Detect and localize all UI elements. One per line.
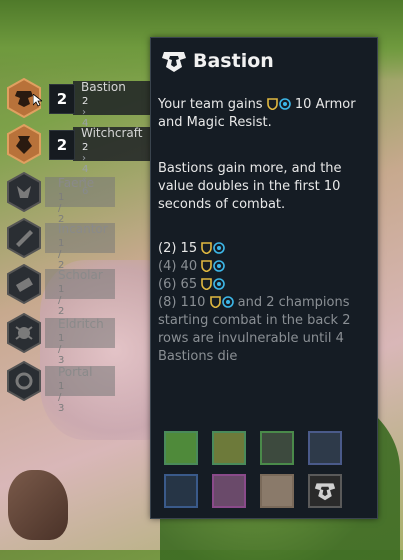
champion-portrait[interactable]	[260, 431, 294, 465]
trait-tooltip: Bastion Your team gains 10 Armor and Mag…	[150, 37, 378, 519]
armor-icon	[201, 242, 213, 254]
trait-item-incantor[interactable]: Incantor 1 / 2	[0, 218, 115, 271]
armor-icon	[201, 278, 213, 290]
champion-portrait[interactable]	[308, 474, 342, 508]
trait-name: Incantor	[58, 222, 108, 236]
trait-item-eldritch[interactable]: Eldritch 1 / 3	[0, 313, 115, 366]
armor-icon	[209, 296, 221, 308]
tier-4: (4) 40	[158, 258, 373, 276]
tooltip-title: Bastion	[193, 50, 274, 72]
trait-item-faerie[interactable]: Faerie 1 / 2	[0, 172, 115, 225]
scholar-trait-icon	[6, 264, 42, 304]
champion-portrait[interactable]	[164, 474, 198, 508]
trait-steps: 1 / 3	[58, 381, 65, 414]
portal-trait-icon	[6, 361, 42, 401]
trait-steps: 1 / 3	[58, 333, 65, 366]
trait-name: Bastion	[81, 80, 126, 94]
bastion-emblem-icon	[314, 483, 336, 501]
armor-icon	[201, 260, 213, 272]
trait-count: 2	[49, 130, 75, 160]
magic-resist-icon	[213, 278, 226, 290]
trait-name: Portal	[58, 365, 93, 379]
champion-portrait[interactable]	[260, 474, 294, 508]
trait-item-portal[interactable]: Portal 1 / 3	[0, 361, 115, 414]
faerie-trait-icon	[6, 172, 42, 212]
trait-name: Eldritch	[58, 317, 104, 331]
trait-name: Witchcraft	[81, 126, 143, 140]
incantor-trait-icon	[6, 218, 42, 258]
champion-portrait[interactable]	[308, 431, 342, 465]
background-rock	[8, 470, 68, 540]
magic-resist-icon	[278, 98, 291, 110]
mouse-cursor-icon	[33, 94, 42, 107]
trait-steps: 1 / 2	[58, 192, 65, 225]
trait-count: 2	[49, 84, 75, 114]
champion-portrait[interactable]	[164, 431, 198, 465]
tier-8: (8) 110 and 2 champions starting combat …	[158, 295, 351, 364]
trait-name: Scholar	[58, 268, 103, 282]
tier-2: (2) 15	[158, 240, 373, 258]
magic-resist-icon	[213, 260, 226, 272]
magic-resist-icon	[213, 242, 226, 254]
tier-6: (6) 65	[158, 276, 373, 294]
tooltip-description: Your team gains 10 Armor and Magic Resis…	[158, 97, 356, 130]
trait-item-scholar[interactable]: Scholar 1 / 2	[0, 264, 115, 317]
bastion-emblem-icon	[161, 48, 187, 78]
trait-steps: 1 / 2	[58, 284, 65, 317]
magic-resist-icon	[221, 296, 234, 308]
champion-portrait[interactable]	[212, 474, 246, 508]
trait-name: Faerie	[58, 176, 95, 190]
tooltip-description-2: Bastions gain more, and the value double…	[158, 161, 342, 212]
champion-portrait[interactable]	[212, 431, 246, 465]
witchcraft-trait-icon	[6, 124, 42, 164]
trait-item-witchcraft[interactable]: 2 Witchcraft 2 › 4 › 6	[0, 124, 153, 197]
trait-steps: 1 / 2	[58, 238, 65, 271]
armor-icon	[266, 98, 278, 110]
eldritch-trait-icon	[6, 313, 42, 353]
